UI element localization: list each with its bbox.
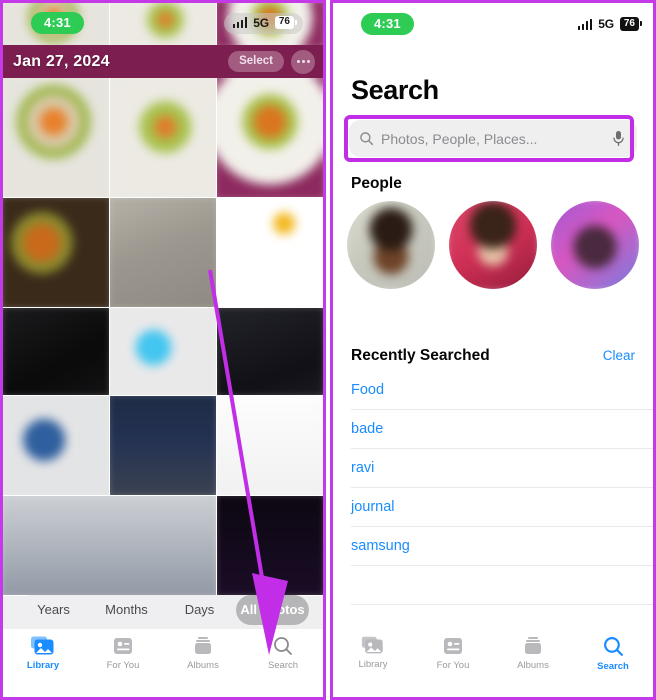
tab-label: For You [106,660,140,671]
list-item[interactable]: Food [351,371,653,410]
photos-library-panel: Jan 27, 2024 Select 4:31 5G 76 Years Mon… [0,0,326,700]
magnifier-icon [360,132,374,146]
for-you-icon [114,638,132,654]
tab-label: Library [26,660,60,671]
network-type-label: 5G [598,17,614,31]
avatar[interactable] [551,201,639,289]
photo-thumb[interactable] [110,396,217,496]
recently-searched-heading: Recently Searched [351,347,490,364]
photo-grid [3,78,323,596]
status-bar: 4:31 5G 76 [3,3,323,39]
tab-library[interactable]: Library [333,635,413,670]
people-section-heading: People [351,175,402,192]
photo-thumb[interactable] [3,396,110,496]
for-you-icon [444,638,462,654]
battery-icon: 76 [619,17,643,31]
photo-thumb[interactable] [110,198,217,308]
date-label: Jan 27, 2024 [13,52,110,70]
tab-label: Albums [187,660,219,671]
list-item[interactable]: samsung [351,527,653,566]
date-header-actions: Select [228,49,315,74]
library-segmented-control[interactable]: Years Months Days All Photos [17,595,309,625]
photos-library-icon [31,636,54,655]
avatar[interactable] [347,201,435,289]
tab-albums[interactable]: Albums [163,635,243,671]
segment-months[interactable]: Months [90,595,163,625]
recent-search-label: samsung [351,538,410,554]
search-input[interactable]: Photos, People, Places... [381,131,605,147]
tab-for-you[interactable]: For You [83,635,163,671]
list-item[interactable]: journal [351,488,653,527]
recent-search-label: Food [351,382,385,398]
list-item[interactable]: bade [351,410,653,449]
photo-thumb[interactable] [3,78,110,198]
tab-albums[interactable]: Albums [493,635,573,671]
signal-bars-icon [577,18,593,30]
photo-thumb[interactable] [217,78,323,198]
clear-button[interactable]: Clear [603,348,635,363]
battery-icon: 76 [274,15,298,30]
tab-label: Library [358,659,388,670]
recently-searched-list: Food bade ravi journal samsung [351,371,653,605]
status-bar: 4:31 5G 76 [333,3,653,39]
status-indicators: 5G 76 [223,12,303,34]
photo-thumb[interactable] [3,308,110,396]
photos-library-icon [361,636,383,654]
screenshot-stage: Jan 27, 2024 Select 4:31 5G 76 Years Mon… [0,0,656,700]
status-time: 4:31 [361,13,414,35]
recent-search-label: journal [351,499,395,515]
photo-thumb[interactable] [110,78,217,198]
select-button[interactable]: Select [228,51,284,72]
tab-bar: Library For You Albums Search [3,629,323,697]
tab-library[interactable]: Library [3,635,83,671]
list-item[interactable]: ravi [351,449,653,488]
photo-thumb[interactable] [217,396,323,496]
segment-all-photos[interactable]: All Photos [236,595,309,625]
tab-search[interactable]: Search [243,635,323,671]
segment-years[interactable]: Years [17,595,90,625]
tab-bar: Library For You Albums Search [333,629,653,697]
microphone-icon[interactable] [612,130,625,147]
albums-icon [195,637,211,654]
tab-label: Albums [517,660,549,671]
albums-icon [525,637,541,654]
tab-label: Search [267,660,299,671]
photo-thumb[interactable] [3,496,217,596]
recent-search-label: ravi [351,460,375,476]
search-icon [274,637,292,655]
page-title: Search [351,75,439,105]
photo-thumb[interactable] [3,198,110,308]
photos-search-panel: 4:31 5G 76 Search Photos, People, Places… [330,0,656,700]
status-indicators: 5G 76 [577,17,643,31]
tab-for-you[interactable]: For You [413,635,493,671]
people-avatar-row[interactable] [347,201,653,293]
photo-thumb[interactable] [216,496,323,596]
photo-thumb[interactable] [217,198,323,308]
status-time: 4:31 [31,12,84,34]
signal-bars-icon [232,17,248,28]
photo-thumb[interactable] [110,308,217,396]
tab-search[interactable]: Search [573,635,653,672]
segment-days[interactable]: Days [163,595,236,625]
recent-search-label: bade [351,421,384,437]
search-screen: 4:31 5G 76 Search Photos, People, Places… [333,3,653,697]
avatar[interactable] [449,201,537,289]
list-item-empty [351,566,653,605]
search-icon [603,637,623,656]
photo-thumb[interactable] [217,308,323,396]
date-header-bar: Jan 27, 2024 Select [3,45,323,78]
photo-grid-scroll[interactable]: Jan 27, 2024 Select [3,3,323,697]
search-field[interactable]: Photos, People, Places... [349,120,637,157]
tab-label: For You [436,660,470,671]
tab-label: Search [597,661,629,672]
ellipsis-icon[interactable] [291,49,315,74]
network-type-label: 5G [253,15,269,30]
